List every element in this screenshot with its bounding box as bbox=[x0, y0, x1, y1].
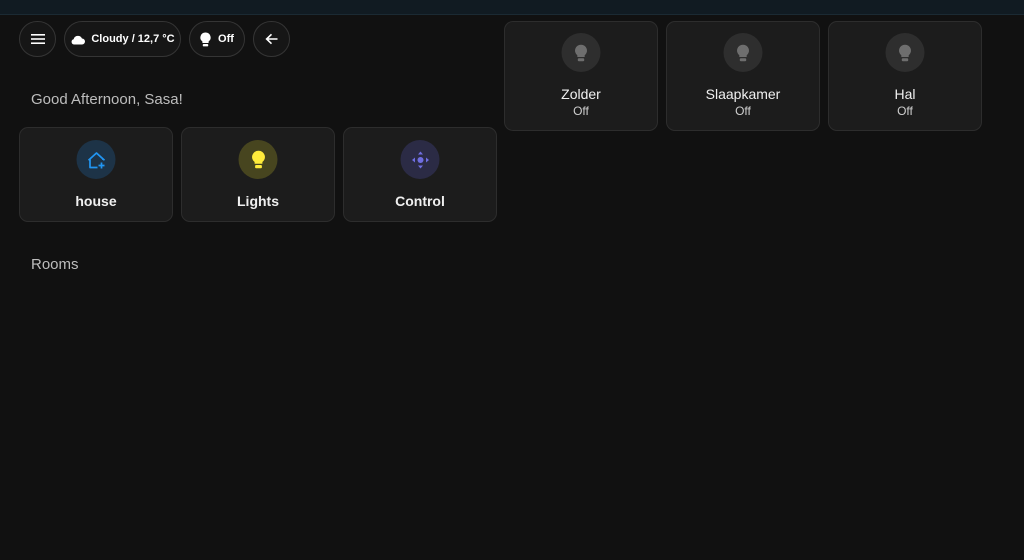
room-card-slaapkamer[interactable]: Slaapkamer Off bbox=[666, 21, 820, 131]
weather-chip[interactable]: Cloudy / 12,7 °C bbox=[64, 21, 181, 57]
lightbulb-icon bbox=[238, 140, 278, 179]
back-button[interactable] bbox=[253, 21, 290, 57]
rooms-section-title: Rooms bbox=[31, 256, 79, 273]
browser-top-bar bbox=[0, 0, 1024, 15]
arrow-left-icon bbox=[265, 33, 278, 45]
lightbulb-icon bbox=[561, 33, 601, 72]
nav-card-lights[interactable]: Lights bbox=[181, 127, 335, 222]
nav-card-label: Lights bbox=[237, 193, 279, 209]
control-pad-icon bbox=[400, 140, 440, 179]
room-card-zolder[interactable]: Zolder Off bbox=[504, 21, 658, 131]
room-name: Hal bbox=[894, 86, 916, 102]
cloud-icon bbox=[70, 34, 86, 45]
room-name: Slaapkamer bbox=[705, 86, 781, 102]
room-state: Off bbox=[735, 104, 751, 118]
lightbulb-icon bbox=[885, 33, 925, 72]
lightbulb-icon bbox=[723, 33, 763, 72]
weather-label: Cloudy / 12,7 °C bbox=[91, 33, 175, 45]
room-name: Zolder bbox=[561, 86, 601, 102]
lightbulb-icon bbox=[200, 31, 211, 47]
lights-label: Off bbox=[218, 33, 234, 45]
nav-card-house[interactable]: house bbox=[19, 127, 173, 222]
lights-chip[interactable]: Off bbox=[189, 21, 245, 57]
room-card-hal[interactable]: Hal Off bbox=[828, 21, 982, 131]
menu-icon bbox=[30, 33, 45, 45]
room-state: Off bbox=[897, 104, 913, 118]
menu-button[interactable] bbox=[19, 21, 56, 57]
nav-card-label: Control bbox=[395, 193, 445, 209]
home-plus-icon bbox=[76, 140, 116, 179]
nav-card-control[interactable]: Control bbox=[343, 127, 497, 222]
room-state: Off bbox=[573, 104, 589, 118]
greeting-text: Good Afternoon, Sasa! bbox=[31, 91, 183, 108]
nav-card-label: house bbox=[75, 193, 117, 209]
